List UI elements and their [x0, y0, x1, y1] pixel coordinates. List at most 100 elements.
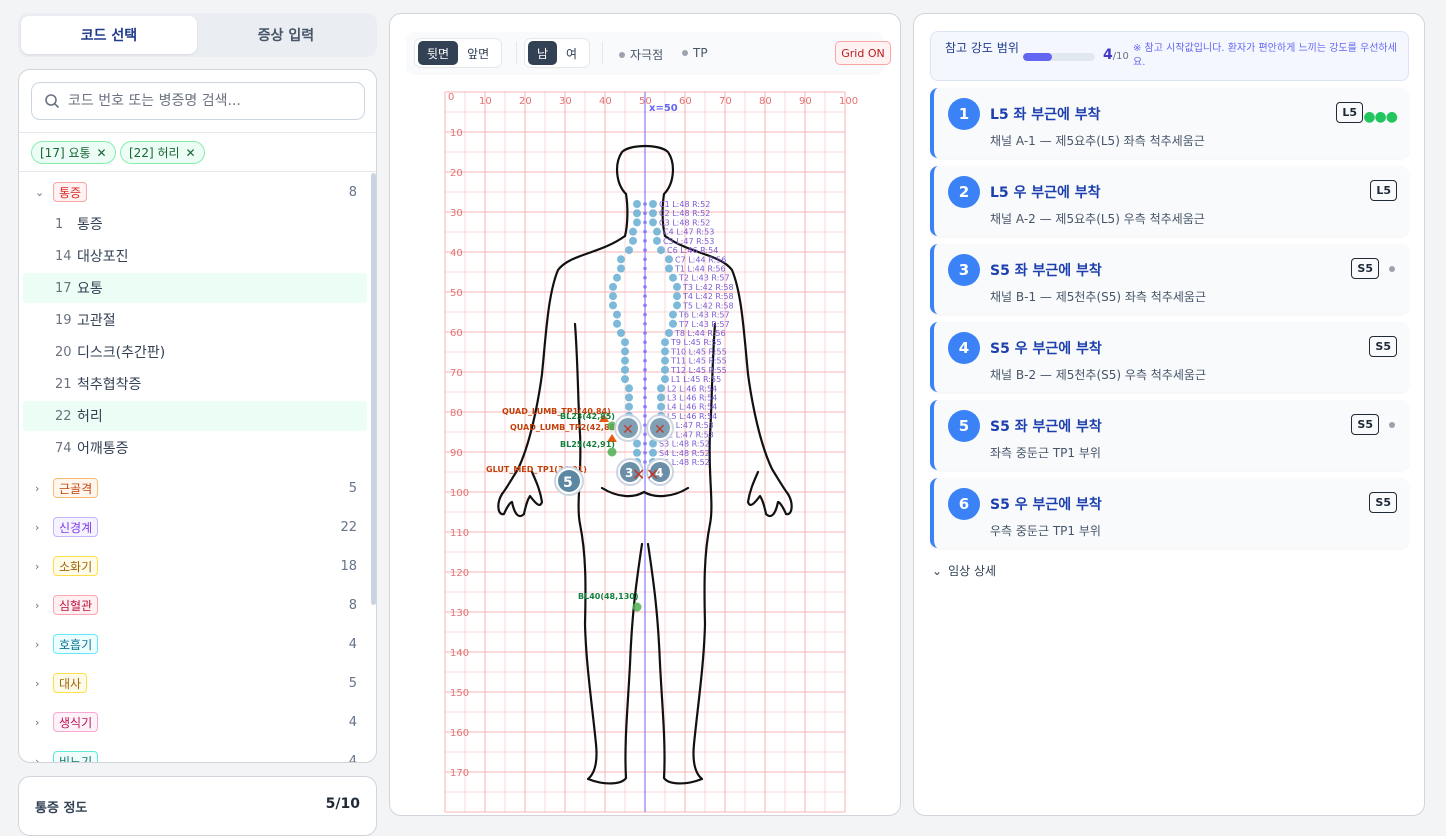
spine-acupoint-dot[interactable]: [621, 356, 629, 365]
spine-acupoint-dot[interactable]: [661, 347, 669, 356]
electrode-card[interactable]: 3 S5 좌 부근에 부착 채널 B-1 — 제5천추(S5) 좌측 척추세움근…: [930, 244, 1409, 314]
category-row[interactable]: › 생식기 4: [23, 707, 367, 737]
spine-acupoint-dot[interactable]: [617, 255, 625, 264]
spine-acupoint-dot[interactable]: [621, 347, 629, 356]
spine-acupoint-dot[interactable]: [653, 236, 661, 245]
spine-acupoint-dot[interactable]: [649, 448, 657, 457]
spine-acupoint-dot[interactable]: [613, 319, 621, 328]
category-row[interactable]: › 대사 5: [23, 668, 367, 698]
y-tick-label: 20: [450, 168, 463, 179]
electrode-card[interactable]: 4 S5 우 부근에 부착 채널 B-2 — 제5천추(S5) 우측 척추세움근…: [930, 322, 1409, 392]
spine-acupoint-dot[interactable]: [673, 301, 681, 310]
spine-acupoint-dot[interactable]: [609, 282, 617, 291]
list-item[interactable]: 74 어깨통증: [23, 433, 367, 463]
list-item-selected[interactable]: 17 요통: [23, 273, 367, 303]
spine-acupoint-dot[interactable]: [649, 218, 657, 227]
scrollbar[interactable]: [371, 173, 376, 605]
front-view-button[interactable]: 앞면: [458, 41, 498, 65]
tab-code-select[interactable]: 코드 선택: [21, 16, 197, 54]
spine-acupoint-dot[interactable]: [625, 393, 633, 402]
spine-acupoint-dot[interactable]: [649, 209, 657, 218]
grid-toggle-button[interactable]: Grid ON: [835, 41, 891, 65]
spine-acupoint-dot[interactable]: [669, 319, 677, 328]
more-icon[interactable]: ●●●: [1363, 109, 1398, 125]
legend-acupoint[interactable]: 자극점: [619, 46, 663, 63]
spine-acupoint-dot[interactable]: [665, 329, 673, 337]
acupoint-dot[interactable]: [607, 447, 617, 457]
list-item[interactable]: 19 고관절: [23, 305, 367, 335]
spine-acupoint-dot[interactable]: [633, 200, 641, 208]
spine-acupoint-dot[interactable]: [617, 264, 625, 273]
spine-acupoint-dot[interactable]: [665, 255, 673, 264]
spine-acupoint-dot[interactable]: [617, 329, 625, 337]
spine-acupoint-dot[interactable]: [629, 236, 637, 245]
close-icon[interactable]: ✕: [97, 146, 107, 160]
spine-acupoint-dot[interactable]: [661, 365, 669, 374]
electrode-title: S5 우 부근에 부착: [990, 341, 1102, 357]
spine-acupoint-dot[interactable]: [653, 227, 661, 236]
spine-acupoint-dot[interactable]: [657, 393, 665, 402]
spine-acupoint-dot[interactable]: [633, 209, 641, 218]
clinical-detail-toggle[interactable]: ⌄ 임상 상세: [932, 562, 996, 579]
spine-acupoint-dot[interactable]: [625, 402, 633, 411]
list-item[interactable]: 14 대상포진: [23, 241, 367, 271]
body-map-canvas[interactable]: 102030405060708090100 102030405060708090…: [390, 84, 900, 814]
left-panel: 코드 선택 증상 입력 [17] 요통 ✕ [22] 허리 ✕ ⌄ 통증 8 1 통증…: [18, 13, 377, 836]
list-item[interactable]: 21 척추협착증: [23, 369, 367, 399]
spine-acupoint-dot[interactable]: [661, 375, 669, 384]
legend-tp[interactable]: TP: [682, 46, 708, 60]
spine-acupoint-dot[interactable]: [621, 338, 629, 347]
category-badge: 근골격: [53, 478, 99, 498]
spine-acupoint-dot[interactable]: [669, 273, 677, 282]
category-row[interactable]: › 심혈관 8: [23, 590, 367, 620]
y-tick-label: 30: [450, 208, 463, 219]
spine-acupoint-dot[interactable]: [613, 310, 621, 319]
spine-acupoint-dot[interactable]: [629, 227, 637, 236]
spine-acupoint-dot[interactable]: [657, 246, 665, 255]
spine-acupoint-dot[interactable]: [665, 264, 673, 273]
electrode-card[interactable]: 2 L5 우 부근에 부착 채널 A-2 — 제5요추(L5) 우측 척추세움근…: [930, 166, 1409, 236]
category-row[interactable]: › 비뇨기 4: [23, 746, 367, 762]
spine-acupoint-dot[interactable]: [621, 375, 629, 384]
category-row[interactable]: › 근골격 5: [23, 473, 367, 503]
spine-acupoint-dot[interactable]: [625, 246, 633, 255]
spine-acupoint-dot[interactable]: [673, 292, 681, 301]
electrode-card[interactable]: 6 S5 우 부근에 부착 우측 중둔근 TP1 부위 S5: [930, 478, 1409, 548]
spine-acupoint-dot[interactable]: [613, 273, 621, 282]
electrode-card[interactable]: 5 S5 좌 부근에 부착 좌측 중둔근 TP1 부위 S5: [930, 400, 1409, 470]
category-row[interactable]: › 소화기 18: [23, 551, 367, 581]
spine-acupoint-dot[interactable]: [633, 218, 641, 227]
spine-acupoint-dot[interactable]: [621, 365, 629, 374]
spine-acupoint-dot[interactable]: [657, 384, 665, 393]
spine-acupoint-dot[interactable]: [673, 282, 681, 291]
male-button[interactable]: 남: [528, 41, 558, 65]
spine-acupoint-dot[interactable]: [669, 310, 677, 319]
spine-label: T6 L:43 R:57: [678, 311, 730, 320]
list-item[interactable]: 1 통증: [23, 209, 367, 239]
spine-acupoint-dot[interactable]: [625, 384, 633, 393]
spine-acupoint-dot[interactable]: [609, 292, 617, 301]
spine-acupoint-dot[interactable]: [633, 448, 641, 457]
dot-icon: [619, 51, 625, 58]
list-item-selected[interactable]: 22 허리: [23, 401, 367, 431]
electrode-card[interactable]: 1 L5 좌 부근에 부착 채널 A-1 — 제5요추(L5) 좌측 척추세움근…: [930, 88, 1409, 158]
category-row[interactable]: › 호흡기 4: [23, 629, 367, 659]
spine-acupoint-dot[interactable]: [649, 200, 657, 208]
spine-acupoint-dot[interactable]: [657, 402, 665, 411]
category-row[interactable]: › 신경계 22: [23, 512, 367, 542]
spine-acupoint-dot[interactable]: [661, 356, 669, 365]
spine-acupoint-dot[interactable]: [633, 439, 641, 448]
list-item[interactable]: 20 디스크(추간판): [23, 337, 367, 367]
category-count: 22: [340, 519, 357, 535]
female-button[interactable]: 여: [557, 41, 586, 65]
close-icon[interactable]: ✕: [186, 146, 196, 160]
chevron-right-icon: ›: [35, 559, 40, 573]
acupoint-dot[interactable]: [632, 602, 642, 612]
back-view-button[interactable]: 뒷면: [418, 41, 459, 65]
category-row-open[interactable]: ⌄ 통증 8: [23, 177, 367, 207]
spine-acupoint-dot[interactable]: [661, 338, 669, 347]
spine-acupoint-dot[interactable]: [609, 301, 617, 310]
electrode-desc: 우측 중둔근 TP1 부위: [990, 524, 1101, 538]
tab-symptom-input[interactable]: 증상 입력: [198, 16, 374, 54]
search-input[interactable]: [68, 93, 348, 109]
